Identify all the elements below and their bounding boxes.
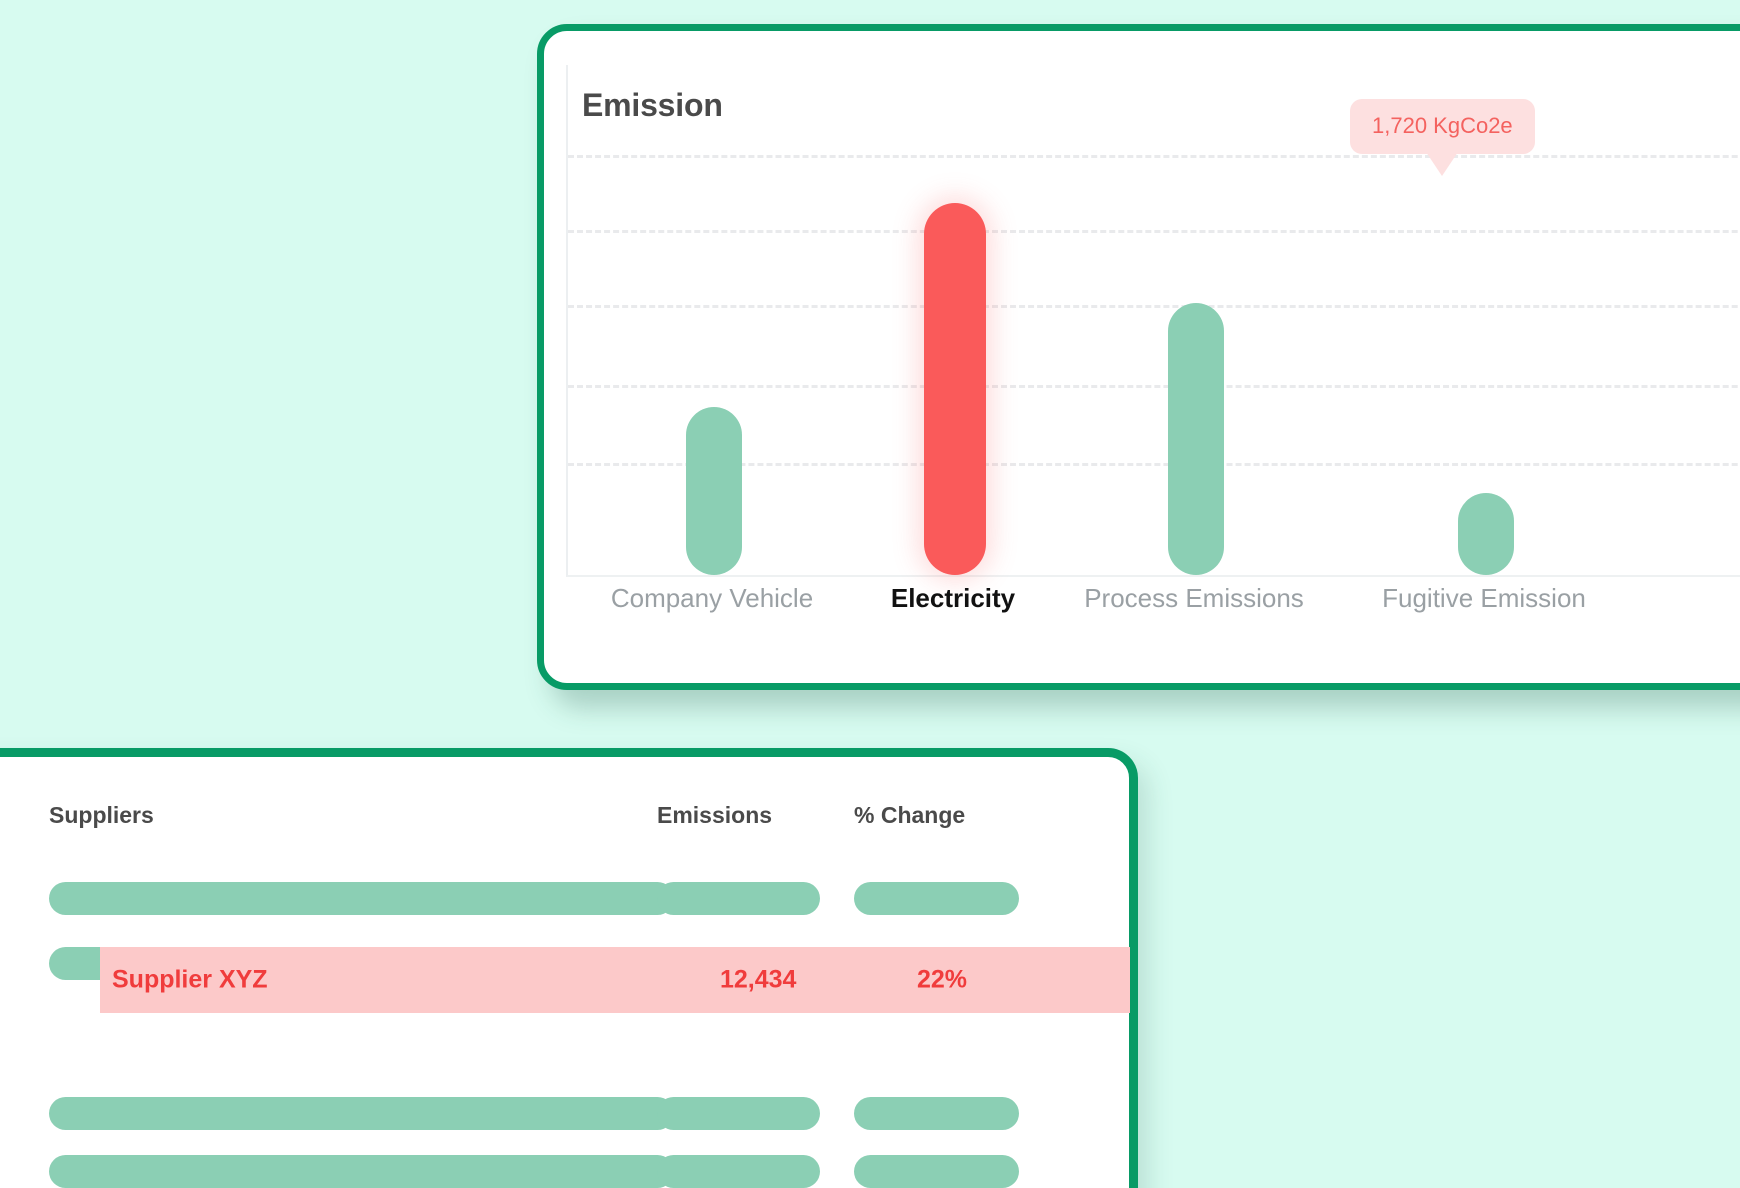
axis-label-fugitive-emission: Fugitive Emission: [1382, 583, 1586, 613]
bar-process-emissions[interactable]: [1168, 303, 1224, 575]
axis-label-company-vehicle: Company Vehicle: [610, 583, 814, 613]
emission-chart-body: Emission Company Vehicle Electricity Pro…: [544, 31, 1740, 683]
chart-plot-area: [566, 65, 1740, 577]
chart-tooltip-label: 1,720 KgCo2e: [1372, 113, 1513, 138]
table-row[interactable]: [0, 882, 1129, 915]
axis-label-process-emissions: Process Emissions: [1084, 583, 1304, 613]
chart-tooltip: 1,720 KgCo2e: [1350, 99, 1535, 176]
page-root: Emission Company Vehicle Electricity Pro…: [0, 0, 1740, 1188]
placeholder-supplier-cell: [49, 1097, 674, 1130]
highlight-change-value: 22%: [917, 965, 968, 994]
gridline: [568, 230, 1740, 233]
placeholder-supplier-cell: [49, 882, 674, 915]
table-header-row: Suppliers Emissions % Change: [0, 802, 1129, 842]
gridline: [568, 155, 1740, 158]
bar-company-vehicle[interactable]: [686, 407, 742, 575]
highlight-emissions-value: 12,434: [720, 965, 797, 994]
gridline: [568, 463, 1740, 466]
placeholder-emissions-cell: [657, 882, 820, 915]
bar-electricity[interactable]: [924, 203, 986, 575]
highlight-supplier-name: Supplier XYZ: [112, 965, 268, 994]
emission-chart-card: Emission Company Vehicle Electricity Pro…: [537, 24, 1740, 690]
placeholder-supplier-cell: [49, 1155, 674, 1188]
placeholder-emissions-cell: [657, 1155, 820, 1188]
chart-tooltip-arrow: [1426, 152, 1459, 176]
table-row[interactable]: [0, 1097, 1129, 1130]
placeholder-emissions-cell: [657, 1097, 820, 1130]
gridline: [568, 385, 1740, 388]
column-header-emissions: Emissions: [657, 802, 773, 828]
column-header-suppliers: Suppliers: [49, 802, 154, 828]
column-header-change: % Change: [854, 802, 966, 828]
placeholder-change-cell: [854, 1155, 1019, 1188]
gridline: [568, 305, 1740, 308]
table-row-highlighted[interactable]: Supplier XYZ 12,434 22%: [100, 947, 1130, 1013]
placeholder-change-cell: [854, 1097, 1019, 1130]
chart-axis-labels: Company Vehicle Electricity Process Emis…: [566, 583, 1740, 633]
bar-fugitive-emission[interactable]: [1458, 493, 1514, 575]
axis-label-electricity: Electricity: [890, 583, 1016, 613]
table-row[interactable]: [0, 1155, 1129, 1188]
placeholder-change-cell: [854, 882, 1019, 915]
